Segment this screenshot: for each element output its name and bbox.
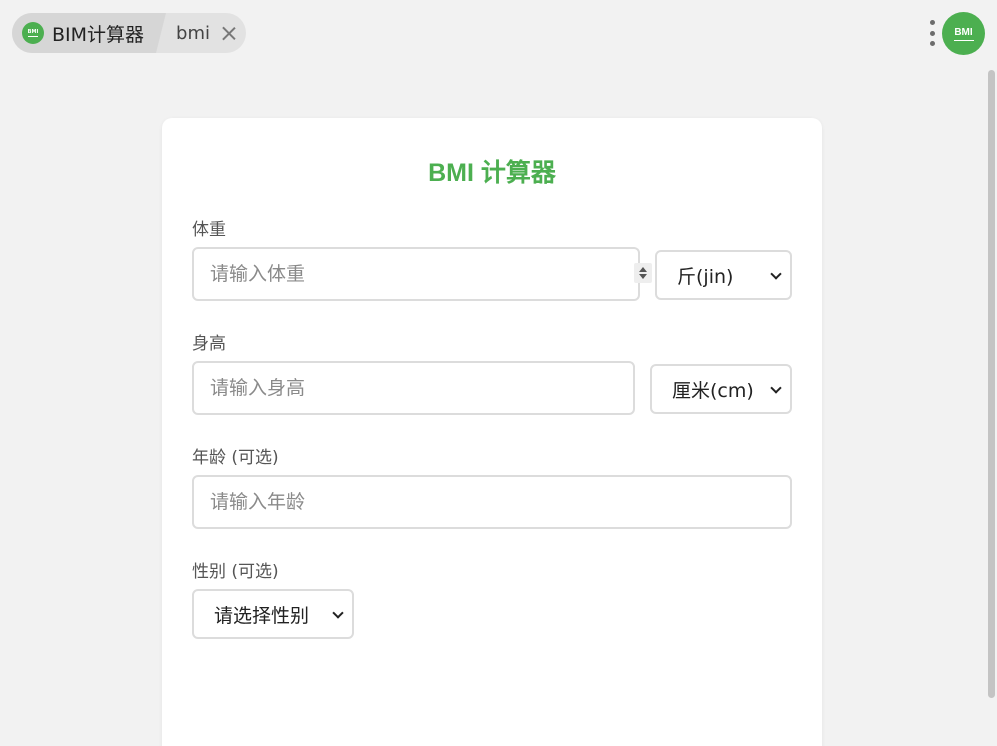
- gender-select[interactable]: 请选择性别: [192, 589, 354, 639]
- tab-strip: BMI BIM计算器 bmi: [12, 13, 247, 53]
- weight-unit-select[interactable]: 斤(jin): [655, 250, 792, 300]
- close-icon[interactable]: [222, 26, 236, 40]
- page-title: BMI 计算器: [428, 159, 556, 187]
- avatar-text: BMI: [954, 26, 973, 38]
- number-spinner-icon[interactable]: [634, 263, 652, 283]
- gender-select-value: 请选择性别: [214, 604, 310, 627]
- gender-label: 性别 (可选): [192, 562, 279, 582]
- app-logo-text: BMI: [27, 29, 39, 35]
- app-tab[interactable]: BMI BIM计算器: [12, 13, 167, 53]
- scrollbar-thumb[interactable]: [988, 70, 995, 698]
- height-label: 身高: [192, 334, 226, 354]
- app-logo-icon: BMI: [22, 22, 44, 44]
- bmi-form-card: BMI 计算器 体重 斤(jin) 身高 厘米(cm) 年龄 (可选) 性别 (…: [162, 118, 822, 746]
- avatar[interactable]: BMI: [942, 12, 985, 55]
- age-label: 年龄 (可选): [192, 448, 279, 468]
- weight-input-wrapper: [192, 247, 652, 301]
- age-input[interactable]: [192, 475, 792, 529]
- chevron-down-icon: [770, 268, 782, 280]
- height-input[interactable]: [192, 361, 635, 415]
- weight-unit-value: 斤(jin): [677, 265, 734, 288]
- weight-input[interactable]: [192, 247, 640, 301]
- weight-label: 体重: [192, 220, 226, 240]
- page-tab[interactable]: bmi: [156, 13, 246, 53]
- top-bar: BMI BIM计算器 bmi BMI: [0, 0, 997, 68]
- more-vertical-icon[interactable]: [926, 18, 938, 48]
- chevron-down-icon: [332, 607, 344, 619]
- chevron-down-icon: [770, 382, 782, 394]
- app-tab-label: BIM计算器: [52, 23, 145, 46]
- height-unit-select[interactable]: 厘米(cm): [650, 364, 792, 414]
- scrollbar[interactable]: [986, 68, 997, 746]
- page-tab-label: bmi: [176, 22, 211, 44]
- height-unit-value: 厘米(cm): [672, 379, 754, 402]
